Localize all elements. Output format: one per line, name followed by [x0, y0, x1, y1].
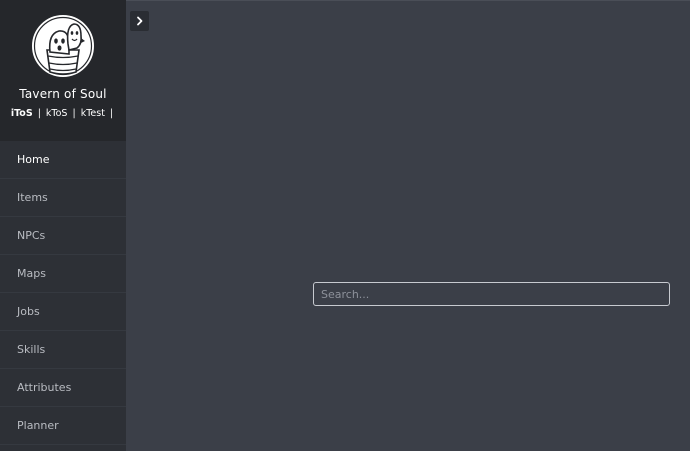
sidebar-item-npcs[interactable]: NPCs: [0, 217, 126, 255]
sidebar-item-attributes[interactable]: Attributes: [0, 369, 126, 407]
site-title: Tavern of Soul: [19, 87, 107, 101]
top-divider: [126, 0, 690, 1]
sidebar-item-home[interactable]: Home: [0, 141, 126, 179]
region-link-ktest[interactable]: kTest: [81, 108, 105, 119]
region-separator: |: [37, 108, 41, 119]
ghost-mascot-logo-icon[interactable]: [31, 14, 95, 78]
search-input[interactable]: [313, 282, 670, 306]
sidebar-item-jobs[interactable]: Jobs: [0, 293, 126, 331]
chevron-right-icon: [136, 16, 142, 26]
sidebar-item-planner[interactable]: Planner: [0, 407, 126, 445]
sidebar-item-items[interactable]: Items: [0, 179, 126, 217]
sidebar-item-skills[interactable]: Skills: [0, 331, 126, 369]
region-separator: |: [72, 108, 76, 119]
brand-header: Tavern of Soul iToS | kToS | kTest |: [0, 0, 126, 141]
sidebar-toggle-button[interactable]: [130, 11, 149, 31]
sidebar-item-maps[interactable]: Maps: [0, 255, 126, 293]
region-link-itos[interactable]: iToS: [11, 108, 33, 119]
region-link-ktos[interactable]: kToS: [46, 108, 68, 119]
region-links: iToS | kToS | kTest |: [11, 108, 115, 119]
sidebar: Tavern of Soul iToS | kToS | kTest | Hom…: [0, 0, 126, 451]
sidebar-nav: Home Items NPCs Maps Jobs Skills Attribu…: [0, 141, 126, 445]
region-separator: |: [109, 108, 114, 119]
